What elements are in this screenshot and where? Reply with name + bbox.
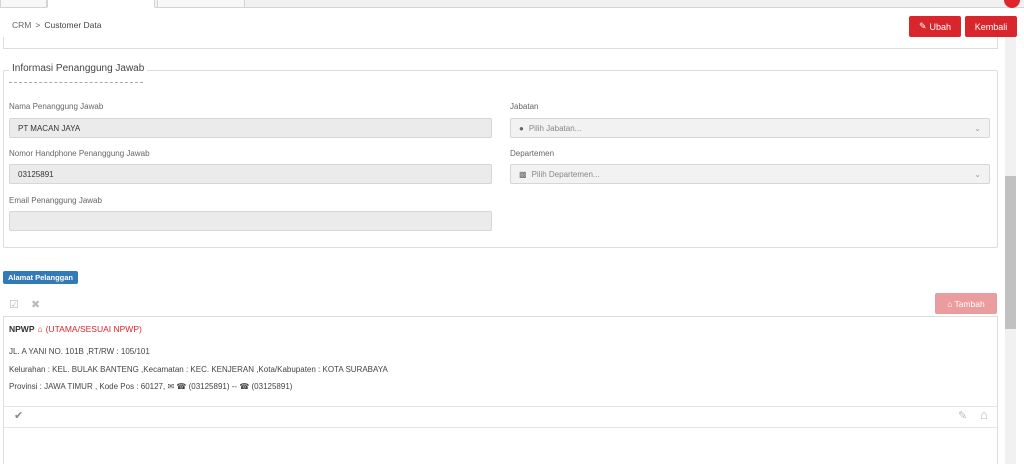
tab-next[interactable] xyxy=(157,0,245,8)
section-title-underline xyxy=(9,82,143,83)
position-select[interactable]: ● Pilih Jabatan... ⌄ xyxy=(510,118,990,138)
department-select[interactable]: ▩ Pilih Departemen... ⌄ xyxy=(510,164,990,184)
car-icon: ▩ xyxy=(519,169,527,179)
breadcrumb-separator: > xyxy=(35,20,41,30)
check-icon[interactable]: ✔ xyxy=(14,409,23,422)
chevron-down-icon: ⌄ xyxy=(974,124,981,133)
address-type: NPWP xyxy=(9,324,35,334)
edit-button-label: Ubah xyxy=(929,21,952,32)
phone-label: Nomor Handphone Penanggung Jawab xyxy=(9,149,150,158)
back-button[interactable]: Kembali xyxy=(965,16,1017,37)
breadcrumb-root[interactable]: CRM xyxy=(12,20,31,30)
close-icon[interactable]: ✖ xyxy=(31,298,40,311)
customer-address-badge: Alamat Pelanggan xyxy=(3,271,79,284)
name-field[interactable]: PT MACAN JAYA xyxy=(9,118,492,138)
phone-icon: ☎ xyxy=(239,382,250,391)
address-header: NPWP ⌂ (UTAMA/SESUAI NPWP) xyxy=(9,324,142,334)
address-line-1: JL. A YANI NO. 101B ,RT/RW : 105/101 xyxy=(9,347,150,356)
user-icon: ● xyxy=(519,123,524,133)
home-icon[interactable]: ⌂ xyxy=(980,407,988,422)
primary-home-icon: ⌂ xyxy=(37,324,43,334)
address-actions-bar xyxy=(3,406,998,428)
tab-bar xyxy=(0,0,1024,8)
add-address-button[interactable]: ⌂ Tambah xyxy=(935,293,997,314)
address-type-note: (UTAMA/SESUAI NPWP) xyxy=(45,324,142,334)
pencil-icon[interactable]: ✎ xyxy=(958,409,967,422)
edit-button[interactable]: ✎ Ubah xyxy=(909,16,961,37)
phone-icon: ☎ xyxy=(176,382,187,391)
position-placeholder: Pilih Jabatan... xyxy=(528,123,582,133)
tab-active[interactable] xyxy=(47,0,155,8)
chevron-down-icon: ⌄ xyxy=(974,170,981,179)
upper-panel xyxy=(3,37,998,49)
scrollbar-thumb[interactable] xyxy=(1005,176,1016,329)
province-postal: Provinsi : JAWA TIMUR , Kode Pos : 60127… xyxy=(9,382,166,391)
envelope-icon: ✉ xyxy=(167,382,175,391)
phone-separator: -- xyxy=(231,382,238,391)
address-line-3: Provinsi : JAWA TIMUR , Kode Pos : 60127… xyxy=(9,382,292,391)
address-line-2: Kelurahan : KEL. BULAK BANTENG ,Kecamata… xyxy=(9,365,388,374)
breadcrumb: CRM > Customer Data xyxy=(12,20,102,30)
section-title: Informasi Penanggung Jawab xyxy=(9,63,148,74)
tab-previous[interactable] xyxy=(0,0,47,8)
name-label: Nama Penanggung Jawab xyxy=(9,102,104,111)
add-address-label: Tambah xyxy=(954,298,985,309)
breadcrumb-current: Customer Data xyxy=(44,20,102,30)
department-placeholder: Pilih Departemen... xyxy=(531,169,600,179)
department-label: Departemen xyxy=(510,149,555,158)
edit-icon: ✎ xyxy=(918,21,927,31)
notification-indicator[interactable] xyxy=(1004,0,1020,8)
home-icon: ⌂ xyxy=(947,298,953,309)
phone-b: (03125891) xyxy=(251,382,293,391)
phone-a: (03125891) xyxy=(188,382,230,391)
email-field[interactable] xyxy=(9,211,492,231)
check-square-icon[interactable]: ☑ xyxy=(9,298,19,311)
position-label: Jabatan xyxy=(510,102,539,111)
phone-field[interactable]: 03125891 xyxy=(9,164,492,184)
email-label: Email Penanggung Jawab xyxy=(9,196,102,205)
back-button-label: Kembali xyxy=(974,21,1008,32)
